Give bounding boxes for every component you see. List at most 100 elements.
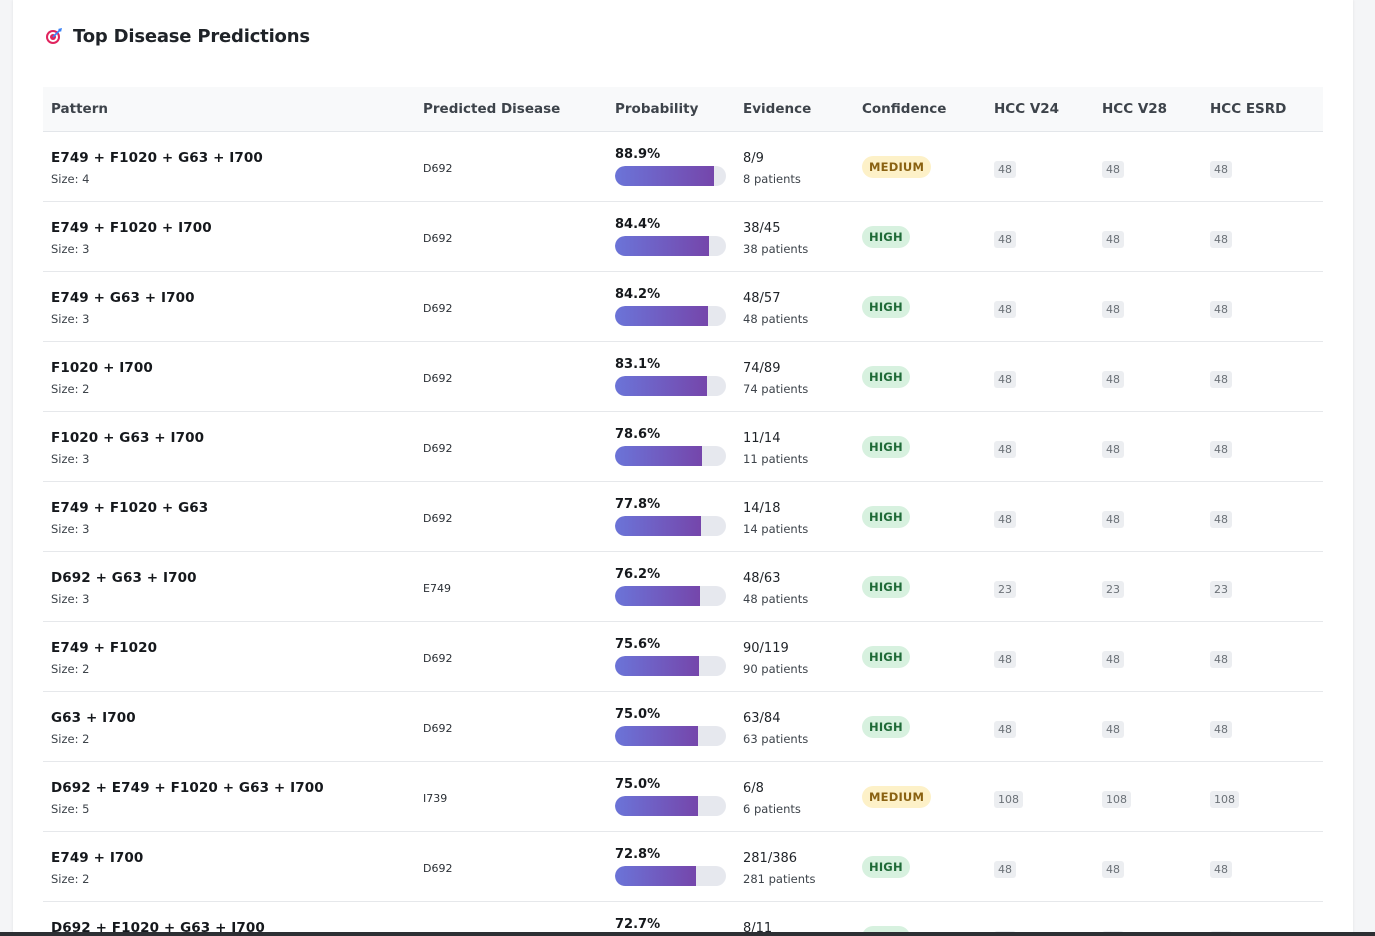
col-probability[interactable]: Probability [615, 101, 698, 117]
probability-bar-fill [615, 236, 709, 256]
hcc-v28-cell: 48 [1102, 228, 1124, 248]
evidence-patients: 11 patients [743, 452, 809, 466]
predicted-disease: D692 [423, 512, 453, 525]
hcc-esrd-cell: 48 [1210, 368, 1232, 388]
probability-value: 76.2% [615, 567, 661, 582]
predicted-disease: D692 [423, 442, 453, 455]
probability-value: 72.7% [615, 917, 661, 932]
confidence-cell: HIGH [862, 716, 910, 738]
probability-value: 75.0% [615, 777, 661, 792]
table-row[interactable]: G63 + I700 Size: 2 D692 75.0% 63/84 63 patien… [43, 692, 1323, 762]
hcc-v24-cell: 108 [994, 788, 1023, 808]
evidence-patients: 90 patients [743, 662, 809, 676]
evidence-ratio: 14/18 [743, 501, 781, 516]
pattern-codes: E749 + F1020 [51, 640, 158, 656]
col-predicted-disease[interactable]: Predicted Disease [423, 101, 560, 117]
table-row[interactable]: E749 + F1020 Size: 2 D692 75.6% 90/119 90 pat… [43, 622, 1323, 692]
evidence-cell: 48/63 48 patients [743, 571, 808, 606]
probability-bar [615, 656, 726, 676]
evidence-patients: 14 patients [743, 522, 809, 536]
confidence-badge: HIGH [862, 716, 910, 738]
confidence-badge: MEDIUM [862, 786, 932, 808]
table-row[interactable]: E749 + F1020 + I700 Size: 3 D692 84.4% 38/45… [43, 202, 1323, 272]
pattern-size: Size: 3 [51, 452, 90, 466]
table-row[interactable]: F1020 + G63 + I700 Size: 3 D692 78.6% 11/14 1… [43, 412, 1323, 482]
section-title: Top Disease Predictions [73, 25, 310, 47]
hcc-esrd-chip: 23 [1210, 581, 1232, 598]
pattern-size: Size: 5 [51, 802, 90, 816]
confidence-badge: HIGH [862, 856, 910, 878]
probability-bar [615, 376, 726, 396]
pattern-cell: E749 + F1020 Size: 2 [51, 640, 157, 676]
hcc-v28-cell: 48 [1102, 508, 1124, 528]
evidence-patients: 48 patients [743, 312, 809, 326]
hcc-v28-cell: 108 [1102, 788, 1131, 808]
table-header: Pattern Predicted Disease Probability Ev… [43, 87, 1323, 132]
predictions-table: Pattern Predicted Disease Probability Ev… [43, 87, 1323, 936]
confidence-badge: HIGH [862, 576, 910, 598]
evidence-ratio: 8/9 [743, 151, 764, 166]
probability-value: 78.6% [615, 427, 661, 442]
predicted-disease: D692 [423, 162, 453, 175]
pattern-cell: E749 + F1020 + I700 Size: 3 [51, 220, 212, 256]
probability-cell: 84.4% [615, 217, 726, 256]
hcc-v24-chip: 48 [994, 231, 1016, 248]
col-hcc-v28[interactable]: HCC V28 [1102, 101, 1167, 117]
hcc-v28-chip: 48 [1102, 651, 1124, 668]
evidence-patients: 8 patients [743, 172, 801, 186]
probability-value: 84.2% [615, 287, 661, 302]
evidence-cell: 63/84 63 patients [743, 711, 808, 746]
table-row[interactable]: D692 + F1020 + G63 + I700Size: 4E74972.7… [43, 902, 1323, 936]
hcc-esrd-chip: 48 [1210, 511, 1232, 528]
probability-value: 84.4% [615, 217, 661, 232]
hcc-v28-cell: 48 [1102, 858, 1124, 878]
pattern-cell: E749 + F1020 + G63 Size: 3 [51, 500, 208, 536]
table-row[interactable]: E749 + F1020 + G63 Size: 3 D692 77.8% 14/18 1… [43, 482, 1323, 552]
hcc-v24-cell: 48 [994, 718, 1016, 738]
table-row[interactable]: E749 + G63 + I700 Size: 3 D692 84.2% 48/57 48… [43, 272, 1323, 342]
pattern-codes: D692 + G63 + I700 [51, 570, 197, 586]
pattern-size: Size: 3 [51, 592, 90, 606]
hcc-v28-chip: 108 [1102, 791, 1131, 808]
predicted-disease: D692 [423, 862, 453, 875]
hcc-esrd-cell: 48 [1210, 858, 1232, 878]
probability-value: 83.1% [615, 357, 661, 372]
col-evidence[interactable]: Evidence [743, 101, 811, 117]
hcc-v28-cell: 48 [1102, 718, 1124, 738]
table-row[interactable]: F1020 + I700 Size: 2 D692 83.1% 74/89 74 pati… [43, 342, 1323, 412]
hcc-v24-chip: 108 [994, 791, 1023, 808]
hcc-esrd-cell: 48 [1210, 228, 1232, 248]
hcc-v24-cell: 48 [994, 648, 1016, 668]
hcc-v28-chip: 48 [1102, 861, 1124, 878]
hcc-v24-cell: 48 [994, 228, 1016, 248]
table-row[interactable]: D692 + G63 + I700 Size: 3 E749 76.2% 48/63 48… [43, 552, 1323, 622]
col-confidence[interactable]: Confidence [862, 101, 946, 117]
evidence-ratio: 6/8 [743, 781, 764, 796]
col-hcc-esrd[interactable]: HCC ESRD [1210, 101, 1286, 117]
hcc-v24-cell: 23 [994, 578, 1016, 598]
table-row[interactable]: E749 + F1020 + G63 + I700 Size: 4 D692 88.9… [43, 132, 1323, 202]
pattern-cell: F1020 + I700 Size: 2 [51, 360, 153, 396]
hcc-esrd-chip: 48 [1210, 441, 1232, 458]
col-hcc-v24[interactable]: HCC V24 [994, 101, 1059, 117]
hcc-v24-chip: 48 [994, 721, 1016, 738]
hcc-v24-cell: 48 [994, 368, 1016, 388]
table-body: E749 + F1020 + G63 + I700 Size: 4 D692 88.9… [43, 132, 1323, 936]
hcc-esrd-chip: 48 [1210, 721, 1232, 738]
evidence-patients: 48 patients [743, 592, 809, 606]
pattern-codes: F1020 + G63 + I700 [51, 430, 205, 446]
probability-cell: 75.0% [615, 707, 726, 746]
hcc-esrd-chip: 48 [1210, 301, 1232, 318]
probability-value: 88.9% [615, 147, 661, 162]
predicted-disease: D692 [423, 372, 453, 385]
pattern-size: Size: 2 [51, 872, 90, 886]
probability-bar-fill [615, 376, 708, 396]
probability-cell: 83.1% [615, 357, 726, 396]
confidence-badge: HIGH [862, 226, 910, 248]
confidence-badge: HIGH [862, 436, 910, 458]
col-pattern[interactable]: Pattern [51, 101, 108, 117]
table-row[interactable]: D692 + E749 + F1020 + G63 + I700 Size: 5 I… [43, 762, 1323, 832]
hcc-esrd-cell: 48 [1210, 718, 1232, 738]
table-row[interactable]: E749 + I700 Size: 2 D692 72.8% 281/386 281 pa… [43, 832, 1323, 902]
hcc-v28-chip: 48 [1102, 231, 1124, 248]
